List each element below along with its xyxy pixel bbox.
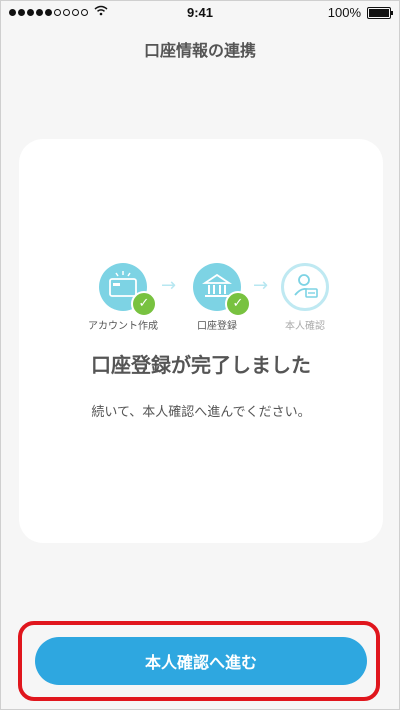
bank-icon: ✓ xyxy=(193,263,251,317)
arrow-right-icon: → xyxy=(161,275,177,296)
card-icon: ✓ xyxy=(99,263,157,317)
completion-card: ✓ アカウント作成 → ✓ 口座登録 → 本人確認 口座登録が完了しました 続い… xyxy=(19,139,383,543)
proceed-identity-verification-button[interactable]: 本人確認へ進む xyxy=(35,637,367,685)
step-account-registration: ✓ 口座登録 xyxy=(177,263,257,332)
status-bar: 9:41 100% xyxy=(1,1,399,25)
battery-indicator: 100% xyxy=(327,5,393,20)
progress-steps: ✓ アカウント作成 → ✓ 口座登録 → 本人確認 xyxy=(83,263,329,333)
step-label: アカウント作成 xyxy=(88,321,158,332)
step-label: 口座登録 xyxy=(197,321,237,332)
phone-frame: 9:41 100% 口座情報の連携 ✓ アカウント作成 → ✓ 口座登録 → 本… xyxy=(0,0,400,710)
page-title: 口座情報の連携 xyxy=(143,41,256,60)
check-icon: ✓ xyxy=(131,291,157,317)
step-identity-verification: 本人確認 xyxy=(265,263,345,332)
battery-percent: 100% xyxy=(327,5,361,20)
battery-icon xyxy=(367,6,393,19)
step-label: 本人確認 xyxy=(285,321,325,332)
id-card-icon xyxy=(281,263,329,311)
check-icon: ✓ xyxy=(225,291,251,317)
step-account-created: ✓ アカウント作成 xyxy=(83,263,163,332)
completion-headline: 口座登録が完了しました xyxy=(91,353,311,377)
completion-subtext: 続いて、本人確認へ進んでください。 xyxy=(91,405,311,420)
